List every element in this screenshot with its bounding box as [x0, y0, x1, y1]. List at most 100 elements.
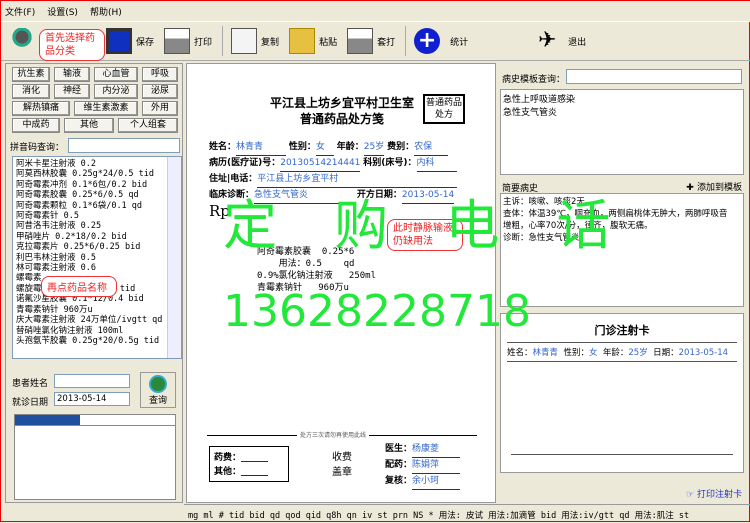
patient-sex[interactable]: 女 — [315, 140, 334, 156]
drug-item[interactable]: 阿昔洛韦注射液 0.25 — [16, 221, 165, 231]
category-urinary[interactable]: 泌尿 — [142, 84, 178, 99]
exit-button[interactable]: ✈ 退出 — [538, 28, 586, 54]
usage-shortcut-bar[interactable]: mg ml # tid bid qd qod qid q8h qn iv st … — [184, 504, 750, 523]
drug-fee-label: 药费： — [214, 453, 242, 463]
department[interactable]: 内科 — [416, 156, 457, 172]
category-chinese[interactable]: 中成药 — [12, 118, 60, 133]
address-label: 住址|电话： — [209, 174, 258, 184]
drug-item[interactable]: 阿奇霉素针 0.5 — [16, 211, 165, 221]
record-label: 病历(医疗证)号： — [209, 158, 281, 168]
menu-settings[interactable]: 设置(S) — [47, 5, 78, 18]
prescription-form: 平江县上坊乡宜平村卫生室 普通药品处方笺 普通药品处方 姓名：林青青 性别：女 … — [186, 63, 496, 503]
drug-item[interactable]: 青霉素钠针 960万u — [16, 305, 165, 315]
card-sex-label: 性别： — [563, 348, 589, 358]
patient-name-input[interactable] — [54, 374, 130, 388]
category-endocrine[interactable]: 内分泌 — [94, 84, 138, 99]
category-neuro[interactable]: 神经 — [54, 84, 90, 99]
category-other[interactable]: 其他 — [64, 118, 114, 133]
category-antibiotic[interactable]: 抗生素 — [12, 67, 50, 82]
toolbar: 开 保存 打印 复制 粘贴 套打 +统计 ✈退出 — [1, 21, 750, 61]
callout-missing-usage: 此时静脉输液仍缺用法 — [387, 219, 463, 251]
dispense-label: 配药： — [385, 460, 413, 470]
injection-card: 门诊注射卡 姓名：林青青 性别：女 年龄：25岁 日期：2013-05-14 — [500, 313, 744, 473]
diagnosis[interactable]: 急性支气管炎 — [254, 188, 355, 204]
stats-button[interactable]: + 统计 — [414, 28, 468, 54]
rx-line: 用法：0.5 qd — [257, 259, 355, 269]
fee-type[interactable]: 农保 — [414, 140, 449, 156]
record-number[interactable]: 20130514214441 — [280, 156, 361, 172]
category-respiratory[interactable]: 呼吸 — [142, 67, 178, 82]
name-label: 姓名： — [209, 142, 237, 152]
drug-item[interactable]: 甲硝唑片 0.2*18/0.2 bid — [16, 232, 165, 242]
copy-button[interactable]: 复制 — [231, 28, 279, 54]
pinyin-input[interactable] — [68, 138, 180, 153]
injection-card-title: 门诊注射卡 — [594, 324, 650, 337]
card-age-label: 年龄： — [602, 348, 629, 358]
drug-item[interactable]: 阿奇霉素胶囊 0.25*6/0.5 qd — [16, 190, 165, 200]
history-search-input[interactable] — [566, 69, 742, 84]
drug-item[interactable]: 阿莫西林胶囊 0.25g*24/0.5 tid — [16, 169, 165, 179]
patient-results[interactable] — [14, 414, 176, 500]
category-infusion[interactable]: 输液 — [54, 67, 90, 82]
category-antipyretic[interactable]: 解热镇痛 — [12, 101, 70, 116]
drug-item[interactable]: 克拉霉素片 0.25*6/0.25 bid — [16, 242, 165, 252]
print-injection-card-button[interactable]: ☞ 打印注射卡 — [686, 487, 742, 500]
airplane-icon: ✈ — [538, 28, 557, 53]
drug-list[interactable]: 阿米卡星注射液 0.2 阿莫西林胶囊 0.25g*24/0.5 tid 阿奇霉素冲剂… — [12, 156, 182, 359]
scrollbar[interactable] — [167, 157, 181, 358]
dept-label: 科别(床号)： — [363, 158, 417, 168]
drug-item[interactable]: 阿奇霉素颗粒 0.1*6袋/0.1 qd — [16, 201, 165, 211]
category-cardio[interactable]: 心血管 — [94, 67, 138, 82]
category-personal[interactable]: 个人组套 — [118, 118, 178, 133]
category-external[interactable]: 外用 — [142, 101, 178, 116]
history-search-label: 病史模板查询： — [502, 75, 566, 85]
doctor-label: 医生： — [385, 444, 413, 454]
visit-date-input[interactable]: 2013-05-14 — [54, 392, 130, 406]
patient-name-label: 患者姓名 — [12, 379, 49, 389]
template-item[interactable]: 急性上呼吸道感染 — [503, 92, 741, 105]
menu-file[interactable]: 文件(F) — [5, 5, 35, 18]
template-list[interactable]: 急性上呼吸道感染 急性支气管炎 — [500, 89, 744, 175]
drug-item[interactable]: 替硝唑氯化钠注射液 100ml — [16, 326, 165, 336]
template-item[interactable]: 急性支气管炎 — [503, 105, 741, 118]
add-template-button[interactable]: ✚ 添加到模板 — [686, 180, 742, 193]
category-digestive[interactable]: 消化 — [12, 84, 50, 99]
history-line: 增粗，心率70次/分，律齐，腹软无痛。 — [503, 221, 653, 231]
patient-age[interactable]: 25岁 — [363, 140, 385, 156]
doctor-icon — [9, 28, 35, 54]
rp-label: Rp — [209, 202, 230, 220]
copy-icon — [231, 28, 258, 54]
drug-item[interactable]: 头孢氨苄胶囊 0.25g*20/0.5g tid — [16, 336, 165, 346]
address[interactable]: 平江县上坊乡宜平村 — [257, 172, 458, 188]
paste-button[interactable]: 粘贴 — [289, 28, 337, 54]
drug-item[interactable]: 庆大霉素注射液 24万单位/ivgtt qd — [16, 315, 165, 325]
menu-help[interactable]: 帮助(H) — [90, 5, 122, 18]
drug-item[interactable]: 林可霉素注射液 0.6 — [16, 263, 165, 273]
pointing-hand-icon: ☞ — [686, 490, 697, 500]
prescription-lines[interactable]: 阿奇霉素胶囊 0.25*6 用法：0.5 qd 0.9%氯化钠注射液 250ml 青… — [257, 222, 376, 318]
patient-name[interactable]: 林青青 — [236, 140, 287, 156]
save-button[interactable]: 保存 — [106, 28, 154, 54]
save-icon — [106, 28, 133, 54]
drug-item[interactable]: 阿奇霉素冲剂 0.1*6包/0.2 bid — [16, 180, 165, 190]
paste-icon — [289, 28, 316, 54]
menu-bar: 文件(F) 设置(S) 帮助(H) — [1, 1, 750, 21]
drug-item[interactable]: 利巴韦林注射液 0.5 — [16, 253, 165, 263]
globe-search-icon — [149, 375, 167, 393]
visit-date-label: 就诊日期 — [12, 398, 49, 408]
charge-stamp-label: 收费 — [332, 452, 352, 463]
plus-icon: ✚ — [686, 183, 697, 193]
review-label: 复核： — [385, 476, 413, 486]
query-button[interactable]: 查询 — [140, 372, 176, 408]
category-vitamin[interactable]: 维生素激素 — [74, 101, 138, 116]
history-text[interactable]: 主诉：咳嗽、咳痰2天。 查体：体温39℃，咽充血，两侧扁桃体无肿大，两肺呼吸音 增粗… — [500, 193, 744, 307]
callout-select-category: 首先选择药品分类 — [39, 29, 105, 61]
history-line: 诊断：急性支气管炎 — [503, 233, 580, 243]
card-name-label: 姓名： — [507, 348, 533, 358]
rx-date[interactable]: 2013-05-14 — [401, 188, 455, 204]
reviewer-name: 余小珂 — [412, 474, 461, 490]
print-button[interactable]: 打印 — [164, 28, 212, 54]
sex-label: 性别： — [288, 142, 316, 152]
print-set-button[interactable]: 套打 — [347, 28, 395, 54]
drug-item[interactable]: 阿米卡星注射液 0.2 — [16, 159, 165, 169]
